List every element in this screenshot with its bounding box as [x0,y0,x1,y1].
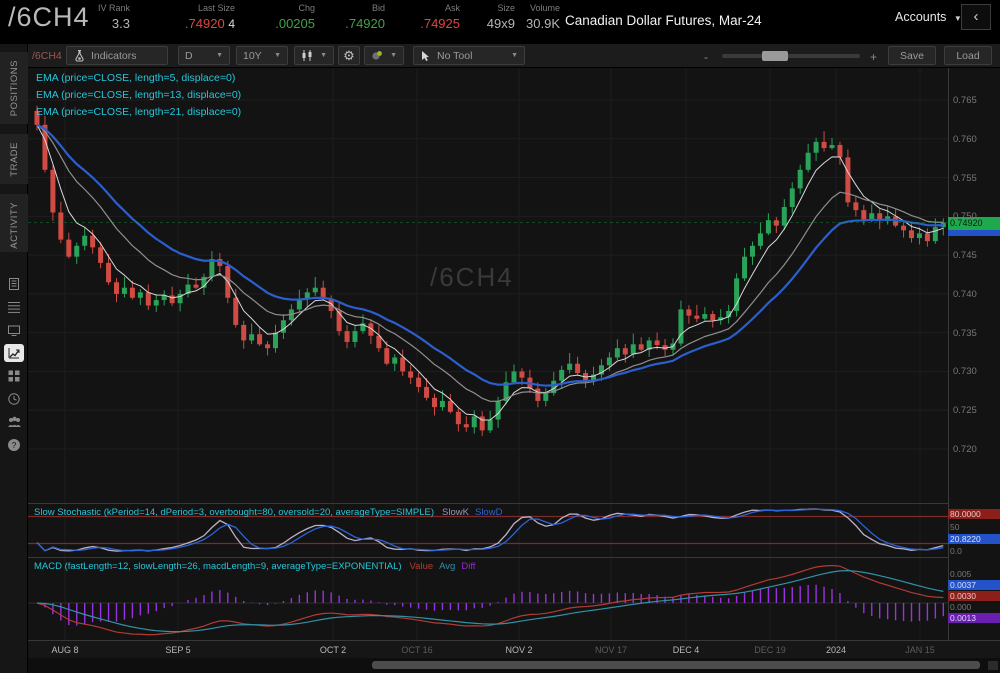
price-tick-label: 0.745 [953,250,977,261]
macd-avg-badge: 0.0037 [948,580,1000,590]
accounts-menu[interactable]: Accounts ▼ [895,10,962,24]
stoch-overbought-badge: 80.0000 [948,509,1000,519]
time-tick-label: JAN 15 [905,645,935,655]
time-tick-label: AUG 8 [51,645,78,655]
stoch-mid-label: 50 [948,522,1000,532]
time-tick-label: OCT 16 [401,645,432,655]
chart-area: EMA (price=CLOSE, length=5, displace=0) … [28,68,1000,658]
chg-field: Chg .00205 [255,3,315,31]
time-tick-label: DEC 4 [673,645,700,655]
price-tick-label: 0.760 [953,134,977,145]
svg-text:?: ? [12,440,17,450]
stochastic-label: Slow Stochastic (kPeriod=14, dPeriod=3, … [34,507,502,518]
macd-top-label: 0.005 [948,569,1000,579]
chart-settings-button[interactable]: ⚙ [338,46,360,65]
sidebar-tab-positions[interactable]: POSITIONS [0,52,28,124]
chart-toolbar: /6CH4 Indicators D ▼ 10Y ▼ ▼ ⚙ ▼ No Tool [28,44,1000,68]
active-tool-dropdown[interactable]: No Tool ▼ [413,46,525,65]
range-dropdown[interactable]: 10Y ▼ [236,46,288,65]
candlestick-icon [301,49,312,62]
flask-icon [73,49,86,62]
macd-zero-label: 0.000 [948,602,1000,612]
chart-symbol-tab[interactable]: /6CH4 [32,50,62,62]
price-tick-label: 0.725 [953,405,977,416]
left-sidebar: POSITIONS TRADE ACTIVITY [0,44,28,673]
sidebar-tab-activity[interactable]: ACTIVITY [0,194,28,252]
time-tick-label: SEP 5 [165,645,190,655]
macd-diff-badge: 0.0013 [948,613,1000,623]
grid-icon[interactable] [0,364,28,387]
time-axis: AUG 8 SEP 5 OCT 2 OCT 16 NOV 2 NOV 17 DEC 4 DEC… [28,640,1000,658]
drawing-tools-dropdown[interactable]: ▼ [364,46,404,65]
ema-legend: EMA (price=CLOSE, length=5, displace=0) … [36,72,241,123]
chevron-down-icon: ▼ [382,52,397,59]
zoom-slider-handle[interactable] [762,51,788,61]
chart-watermark: /6CH4 [430,262,514,293]
time-tick-label: NOV 2 [505,645,532,655]
ema13-label: EMA (price=CLOSE, length=13, displace=0) [36,89,241,101]
macd-label: MACD (fastLength=12, slowLength=26, macd… [34,561,475,572]
ema21-label: EMA (price=CLOSE, length=21, displace=0) [36,106,241,118]
price-panel[interactable]: EMA (price=CLOSE, length=5, displace=0) … [28,68,1000,503]
time-tick-label: OCT 2 [320,645,346,655]
chevron-left-icon: ‹ [974,8,979,25]
macd-value-badge: 0.0030 [948,591,1000,601]
chevron-down-icon: ▼ [266,52,281,59]
scrollbar-handle[interactable] [372,661,980,669]
ask-field: Ask .74925 [400,3,460,31]
help-icon[interactable]: ? [0,433,28,456]
bid-field: Bid .74920 [325,3,385,31]
price-tick-label: 0.755 [953,173,977,184]
price-tick-label: 0.735 [953,328,977,339]
zoom-slider[interactable] [722,54,860,58]
pattern-tool-icon [371,49,382,62]
trading-platform-window: /6CH4 IV Rank 3.3 Last Size .74920 4 Chg… [0,0,1000,673]
stoch-zero-label: 0.0 [948,546,1000,556]
notebook-icon[interactable] [0,272,28,295]
zoom-in-button[interactable]: + [870,50,877,64]
price-tick-label: 0.720 [953,444,977,455]
symbol-description: Canadian Dollar Futures, Mar-24 [565,13,762,28]
quote-bar: /6CH4 IV Rank 3.3 Last Size .74920 4 Chg… [0,0,1000,44]
time-tick-label: DEC 19 [754,645,786,655]
indicators-button[interactable]: Indicators [66,46,168,65]
horizontal-scrollbar[interactable] [28,658,1000,673]
stochastic-panel[interactable]: Slow Stochastic (kPeriod=14, dPeriod=3, … [28,503,1000,557]
share-group-icon[interactable] [0,410,28,433]
time-tick-label: NOV 17 [595,645,627,655]
chart-type-dropdown[interactable]: ▼ [294,46,334,65]
price-tick-label: 0.730 [953,366,977,377]
macd-panel[interactable]: MACD (fastLength=12, slowLength=26, macd… [28,557,1000,640]
scrollbar-corner [988,661,998,670]
ema5-label: EMA (price=CLOSE, length=5, displace=0) [36,72,241,84]
chevron-down-icon: ▼ [208,52,223,59]
price-tick-label: 0.750 [953,211,977,222]
load-button[interactable]: Load [944,46,992,65]
list-icon[interactable] [0,295,28,318]
price-tick-label: 0.740 [953,289,977,300]
chevron-down-icon: ▼ [503,52,518,59]
iv-rank-field: IV Rank 3.3 [70,3,130,31]
gear-icon: ⚙ [343,48,355,64]
volume-field: Volume 30.9K [518,3,560,31]
sidebar-tab-trade[interactable]: TRADE [0,134,28,184]
price-tick-label: 0.765 [953,95,977,106]
time-tick-label: 2024 [826,645,846,655]
stoch-value-badge: 20.8220 [948,534,1000,544]
last-size-field: Last Size .74920 4 [150,3,235,31]
collapse-panel-button[interactable]: ‹ [961,4,991,30]
save-button[interactable]: Save [888,46,936,65]
zoom-out-button[interactable]: - [704,50,708,64]
study-value-badge [948,230,1000,236]
chart-icon[interactable] [0,341,28,364]
monitor-icon[interactable] [0,318,28,341]
timeframe-dropdown[interactable]: D ▼ [178,46,230,65]
size-field: Size 49x9 [475,3,515,31]
history-icon[interactable] [0,387,28,410]
chevron-down-icon: ▼ [312,52,327,59]
cursor-icon [420,50,431,62]
